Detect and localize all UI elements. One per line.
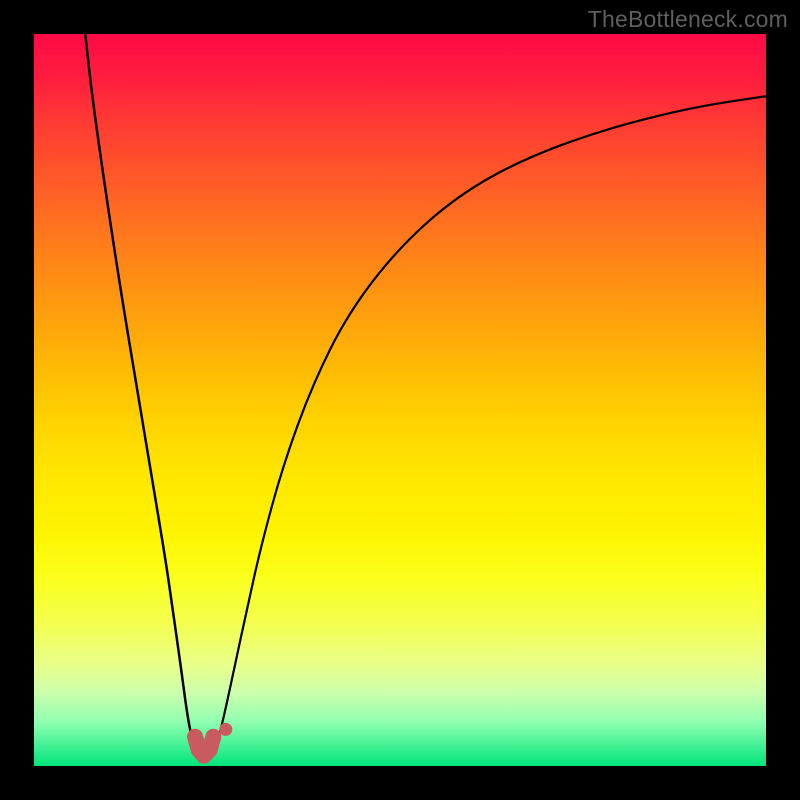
curve-right-branch xyxy=(213,96,766,755)
chart-frame: TheBottleneck.com xyxy=(0,0,800,800)
extra-dot-marker xyxy=(219,723,232,736)
plot-area xyxy=(34,34,766,766)
u-marker xyxy=(195,737,213,756)
curve-path xyxy=(85,34,197,755)
curve-path xyxy=(213,96,766,755)
optimum-markers xyxy=(195,723,232,756)
chart-svg xyxy=(34,34,766,766)
attribution-text: TheBottleneck.com xyxy=(588,6,788,33)
curve-left-branch xyxy=(85,34,197,755)
